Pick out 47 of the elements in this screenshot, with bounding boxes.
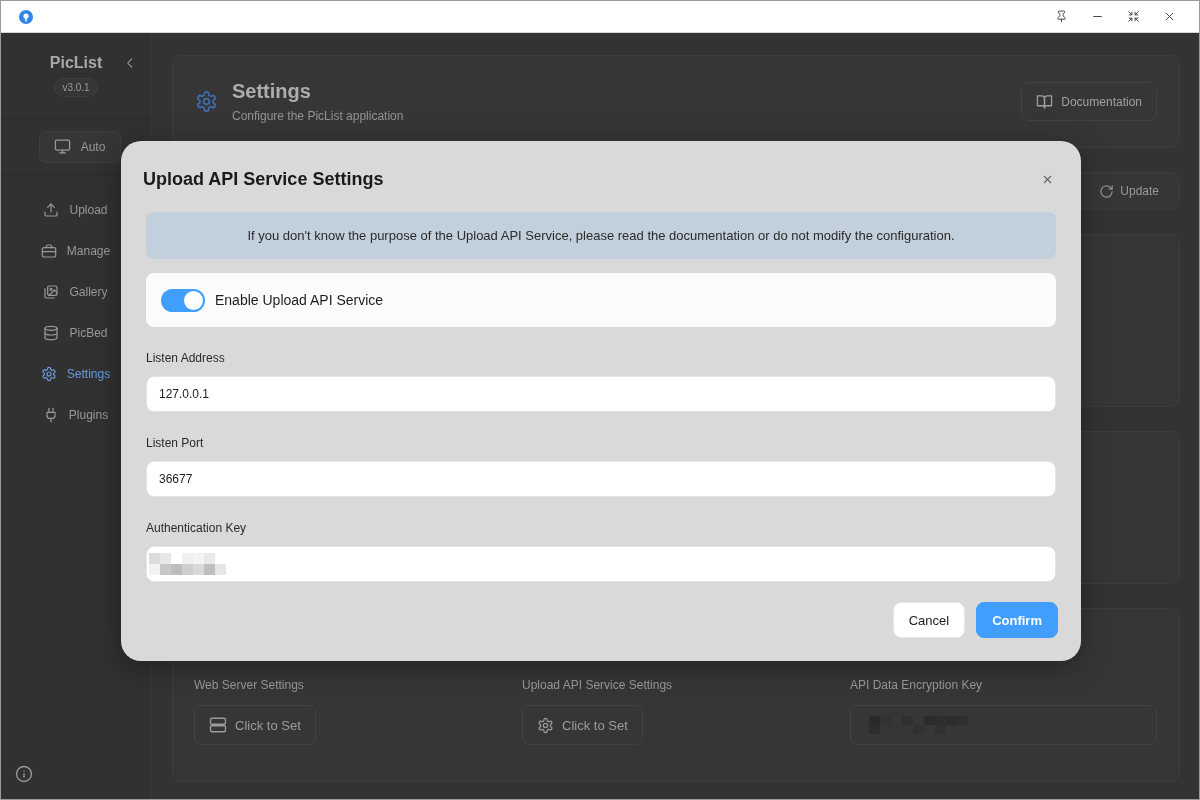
toggle-switch[interactable] (161, 288, 205, 312)
sidebar-item[interactable]: Upload (41, 189, 110, 230)
field-label: Authentication Key (146, 520, 247, 536)
database-icon (43, 324, 60, 341)
setting-label: Upload API Service Settings (522, 678, 673, 692)
images-icon (43, 283, 60, 300)
encryption-key-field[interactable] (850, 705, 1157, 745)
notice-banner: If you don't know the purpose of the Upload API Service, please read the documentation or do not modify the configuration. (146, 212, 1056, 259)
shrink-icon (1126, 10, 1140, 23)
setting-label: Web Server Settings (194, 678, 304, 692)
server-icon (209, 716, 227, 734)
briefcase-icon (40, 242, 57, 259)
dialog-title: Upload API Service Settings (143, 168, 385, 190)
pin-icon (1054, 10, 1068, 23)
refresh-icon (1099, 183, 1115, 199)
input-field[interactable]: 36677 (146, 461, 1056, 497)
field-label: Listen Port (146, 435, 204, 451)
sidebar-item[interactable]: Manage (38, 230, 113, 271)
page-title: Settings (232, 80, 311, 103)
monitor-icon (53, 138, 71, 155)
input-field[interactable]: 127.0.0.1 (146, 376, 1056, 412)
field-label: Listen Address (146, 350, 225, 366)
info-button[interactable] (15, 765, 33, 783)
switch-label: Enable Upload API Service (215, 292, 384, 308)
sidebar-item[interactable]: Gallery (41, 271, 110, 312)
input-field[interactable] (146, 546, 1056, 582)
sidebar-item[interactable]: Settings (38, 353, 113, 394)
cancel-button[interactable]: Cancel (892, 602, 966, 638)
app-logo-icon (19, 9, 33, 24)
book-icon (1036, 93, 1054, 110)
settings-icon (195, 90, 218, 113)
confirm-button[interactable]: Confirm (976, 602, 1058, 638)
info-icon (15, 765, 33, 783)
version-badge: v3.0.1 (54, 78, 98, 97)
upload-icon (43, 201, 60, 218)
theme-button[interactable]: Auto (38, 130, 121, 163)
sidebar-item[interactable]: Plugins (40, 394, 111, 435)
tab[interactable]: Update (1091, 176, 1167, 206)
page-subtitle: Configure the PicList application (232, 109, 404, 123)
settings-icon (40, 365, 57, 382)
sidebar-item[interactable]: PicBed (41, 312, 110, 353)
setting-label: API Data Encryption Key (850, 678, 983, 692)
set-button[interactable]: Click to Set (194, 705, 316, 745)
app-name: PicList (49, 54, 103, 72)
set-button[interactable]: Click to Set (522, 705, 643, 745)
documentation-button[interactable]: Documentation (1021, 82, 1157, 121)
settings-icon (537, 716, 554, 734)
